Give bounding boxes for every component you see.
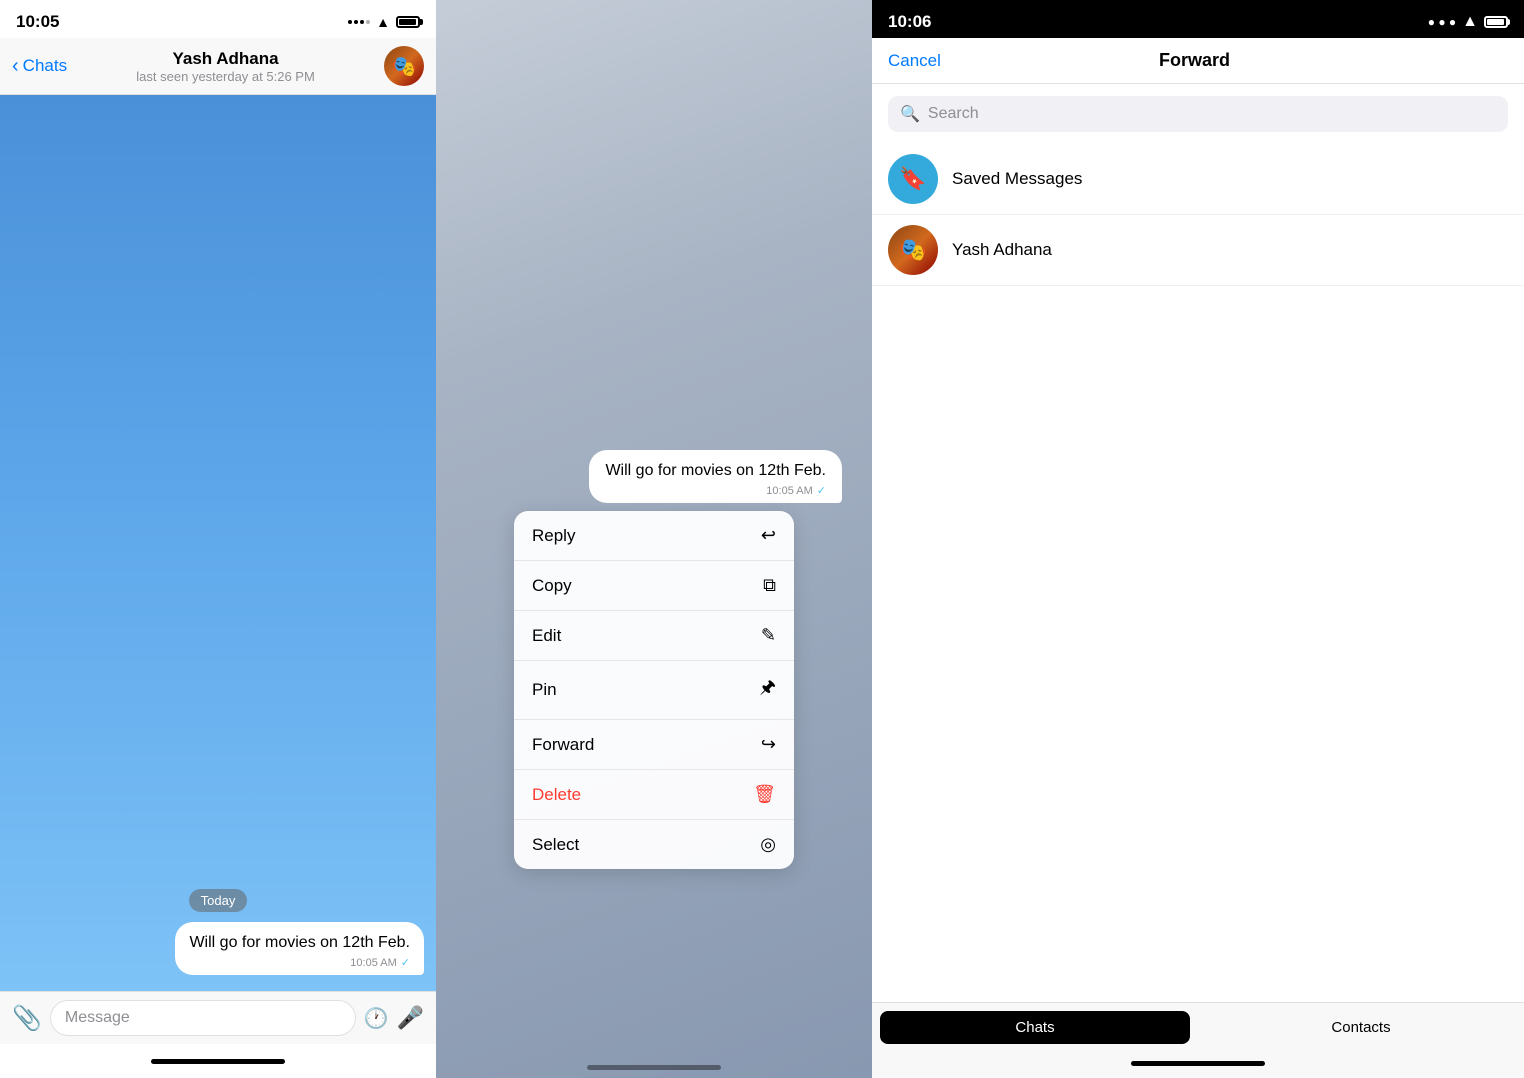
menu-item-edit[interactable]: Edit ✎ <box>514 611 794 661</box>
chats-tab-label: Chats <box>1015 1019 1054 1036</box>
contact-info: Yash Adhana last seen yesterday at 5:26 … <box>77 49 374 84</box>
read-check-2: ✓ <box>817 484 826 497</box>
message-bubble: Will go for movies on 12th Feb. 10:05 AM… <box>175 922 424 975</box>
signal-icon <box>348 20 370 24</box>
saved-messages-avatar: 🔖 <box>888 154 938 204</box>
menu-item-reply[interactable]: Reply ↩ <box>514 511 794 561</box>
search-placeholder: Search <box>928 105 979 123</box>
chat-input-bar: 📎 Message 🕐 🎤 <box>0 991 436 1044</box>
menu-label-copy: Copy <box>532 576 572 596</box>
status-bar-3: 10:06 ● ● ● ▲ <box>872 0 1524 38</box>
message-input[interactable]: Message <box>50 1000 356 1036</box>
avatar[interactable]: 🎭 <box>384 46 424 86</box>
menu-item-select[interactable]: Select ◎ <box>514 820 794 869</box>
read-check-icon: ✓ <box>401 956 410 969</box>
message-placeholder: Message <box>65 1009 130 1027</box>
menu-item-delete[interactable]: Delete 🗑 <box>514 770 794 820</box>
message-time: 10:05 AM <box>350 957 396 969</box>
menu-label-pin: Pin <box>532 680 557 700</box>
context-menu: Reply ↩ Copy ⧉ Edit ✎ Pin 🖈 Forward ↪ De… <box>514 511 794 869</box>
message-meta-2: 10:05 AM ✓ <box>605 484 826 497</box>
pin-icon: 🖈 <box>759 675 776 705</box>
user-contact-name: Yash Adhana <box>952 240 1052 260</box>
home-indicator-1 <box>151 1059 285 1064</box>
panel2-content: Will go for movies on 12th Feb. 10:05 AM… <box>436 0 872 1078</box>
saved-messages-name: Saved Messages <box>952 169 1082 189</box>
chat-body: Today Will go for movies on 12th Feb. 10… <box>0 95 436 991</box>
delete-icon: 🗑 <box>753 784 776 805</box>
menu-label-delete: Delete <box>532 785 581 805</box>
menu-item-forward[interactable]: Forward ↪ <box>514 720 794 770</box>
voice-button[interactable]: 🎤 <box>397 1005 424 1031</box>
menu-label-select: Select <box>532 835 579 855</box>
forward-title: Forward <box>1159 50 1230 71</box>
message-meta: 10:05 AM ✓ <box>189 956 410 969</box>
reply-icon: ↩ <box>761 525 776 546</box>
signal-icon-3: ● ● ● <box>1428 15 1456 29</box>
nav-bar-3: Cancel Forward <box>872 38 1524 84</box>
forward-icon: ↪ <box>761 734 776 755</box>
status-icons-3: ● ● ● ▲ <box>1428 13 1508 31</box>
contact-status: last seen yesterday at 5:26 PM <box>136 69 314 84</box>
contacts-tab-label: Contacts <box>1331 1019 1390 1036</box>
forward-screen: 10:06 ● ● ● ▲ Cancel Forward 🔍 Search 🔖 … <box>872 0 1524 1078</box>
status-icons-1: ▲ <box>348 14 420 30</box>
message-text: Will go for movies on 12th Feb. <box>189 932 410 954</box>
context-menu-screen: Will go for movies on 12th Feb. 10:05 AM… <box>436 0 872 1078</box>
contact-name: Yash Adhana <box>172 49 278 69</box>
tab-contacts[interactable]: Contacts <box>1206 1011 1516 1044</box>
wifi-icon-3: ▲ <box>1462 13 1478 31</box>
tab-chats[interactable]: Chats <box>880 1011 1190 1044</box>
message-bubble-2: Will go for movies on 12th Feb. 10:05 AM… <box>589 450 842 503</box>
search-bar[interactable]: 🔍 Search <box>888 96 1508 132</box>
chat-screen: 10:05 ▲ ‹ Chats Yash Adhana last seen ye… <box>0 0 436 1078</box>
menu-label-forward: Forward <box>532 735 594 755</box>
bookmark-icon: 🔖 <box>899 166 926 192</box>
select-icon: ◎ <box>760 834 776 855</box>
battery-icon <box>396 16 420 28</box>
status-bar-1: 10:05 ▲ <box>0 0 436 38</box>
chevron-left-icon: ‹ <box>12 55 19 78</box>
contact-row-yash[interactable]: 🎭 Yash Adhana <box>872 215 1524 286</box>
edit-icon: ✎ <box>761 625 776 646</box>
status-time-3: 10:06 <box>888 12 931 32</box>
date-badge: Today <box>189 889 248 912</box>
status-time-1: 10:05 <box>16 12 59 32</box>
message-text-2: Will go for movies on 12th Feb. <box>605 460 826 482</box>
search-icon: 🔍 <box>900 104 920 124</box>
menu-label-reply: Reply <box>532 526 575 546</box>
menu-item-copy[interactable]: Copy ⧉ <box>514 561 794 611</box>
home-indicator-3 <box>1131 1061 1265 1066</box>
contacts-list: 🔖 Saved Messages 🎭 Yash Adhana <box>872 144 1524 1002</box>
battery-icon-3 <box>1484 16 1508 28</box>
message-time-2: 10:05 AM <box>766 485 812 497</box>
nav-bar-1: ‹ Chats Yash Adhana last seen yesterday … <box>0 38 436 95</box>
contact-row-saved[interactable]: 🔖 Saved Messages <box>872 144 1524 215</box>
bottom-tabs: Chats Contacts <box>872 1002 1524 1048</box>
cancel-button[interactable]: Cancel <box>888 51 941 71</box>
home-bar-3 <box>872 1048 1524 1078</box>
wifi-icon: ▲ <box>376 14 390 30</box>
menu-label-edit: Edit <box>532 626 561 646</box>
copy-icon: ⧉ <box>763 575 776 596</box>
attach-button[interactable]: 📎 <box>12 1004 42 1033</box>
menu-item-pin[interactable]: Pin 🖈 <box>514 661 794 720</box>
sticker-button[interactable]: 🕐 <box>364 1006 389 1031</box>
back-button[interactable]: ‹ Chats <box>12 55 67 78</box>
back-label: Chats <box>23 56 67 76</box>
home-bar-1 <box>0 1044 436 1078</box>
user-avatar: 🎭 <box>888 225 938 275</box>
